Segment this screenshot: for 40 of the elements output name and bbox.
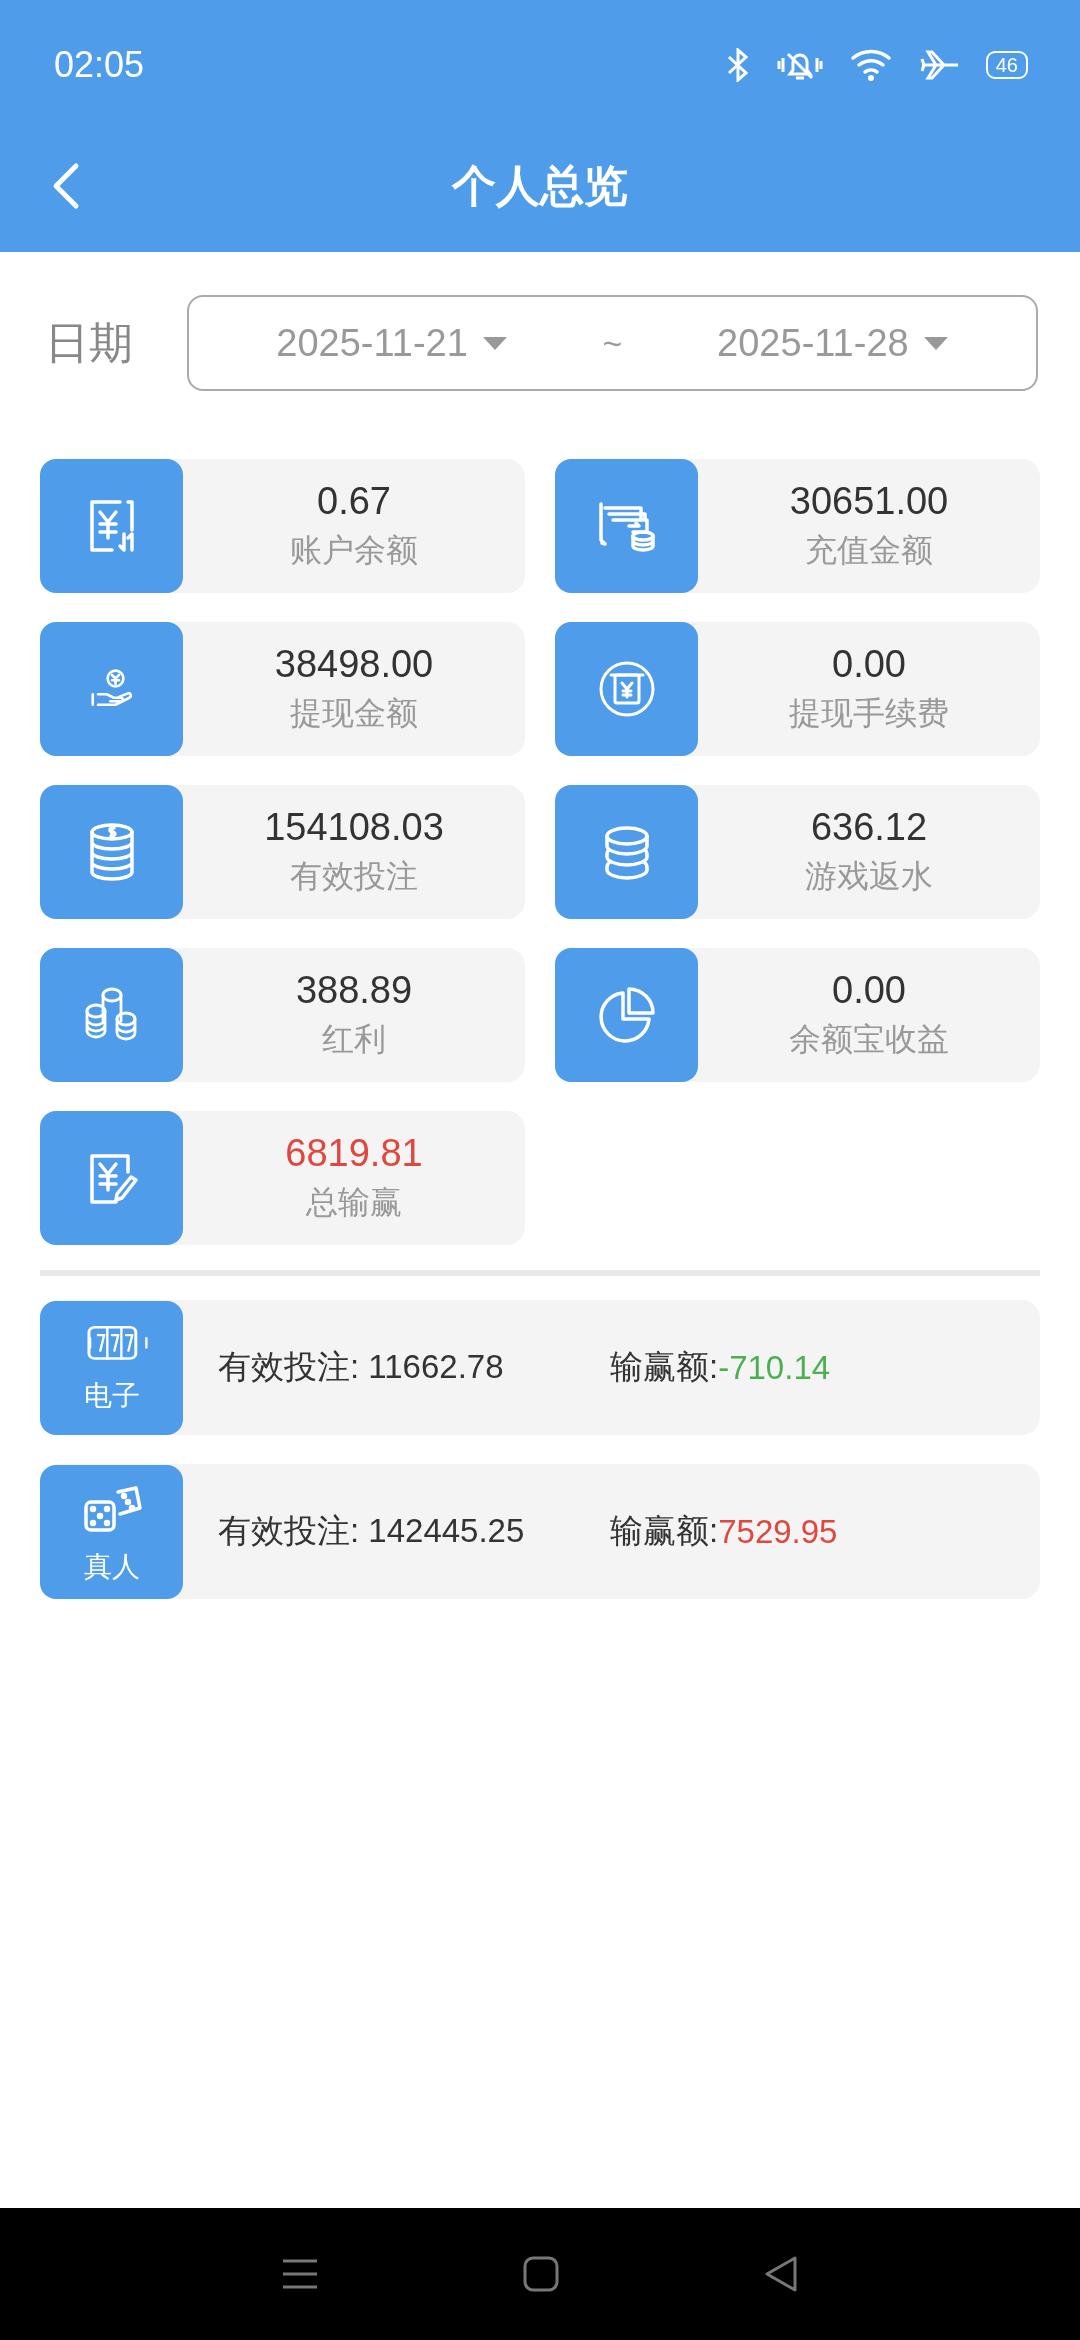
stat-label: 有效投注	[290, 856, 418, 896]
stat-value: 636.12	[810, 805, 928, 849]
stat-value: 154108.03	[264, 805, 444, 849]
stat-value: 388.89	[295, 968, 413, 1012]
win-loss-value: -710.14	[718, 1348, 831, 1387]
win-loss-label: 输赢额:	[610, 1347, 719, 1387]
stat-value: 0.67	[317, 479, 391, 523]
range-separator: ~	[602, 323, 623, 363]
stat-value: 0.00	[832, 642, 906, 686]
stat-value: 6819.81	[285, 1131, 423, 1175]
stat-label: 游戏返水	[805, 856, 933, 896]
status-time: 02:05	[54, 44, 145, 86]
valid-bet-text: 有效投注: 11662.78	[217, 1347, 505, 1387]
game-name: 电子	[83, 1378, 140, 1413]
dropdown-caret-icon	[922, 335, 949, 351]
date-label: 日期	[45, 316, 133, 369]
stat-label: 提现金额	[290, 693, 418, 733]
valid-bet-text: 有效投注: 142445.25	[217, 1511, 526, 1551]
menu-icon[interactable]	[281, 2257, 320, 2291]
stat-label: 充值金额	[805, 530, 933, 570]
battery-level: 46	[985, 51, 1028, 79]
bluetooth-icon	[725, 48, 750, 82]
stat-label: 余额宝收益	[789, 1019, 949, 1059]
wifi-icon	[849, 48, 894, 82]
page-title: 个人总览	[452, 159, 628, 212]
stat-label: 总输赢	[306, 1182, 402, 1222]
game-name: 真人	[83, 1549, 140, 1584]
home-icon[interactable]	[522, 2255, 560, 2293]
stat-label: 提现手续费	[789, 693, 949, 733]
stat-label: 红利	[322, 1019, 386, 1059]
start-date-picker[interactable]: 2025-11-21	[276, 321, 508, 365]
stat-value: 0.00	[832, 968, 906, 1012]
stat-value: 30651.00	[789, 479, 949, 523]
win-loss-label: 输赢额:	[610, 1511, 719, 1551]
end-date-picker[interactable]: 2025-11-28	[717, 321, 949, 365]
stat-value: 38498.00	[274, 642, 434, 686]
stat-label: 账户余额	[290, 530, 418, 570]
airplane-icon	[919, 48, 960, 82]
dropdown-caret-icon	[481, 335, 508, 351]
win-loss-value: 7529.95	[718, 1512, 838, 1551]
